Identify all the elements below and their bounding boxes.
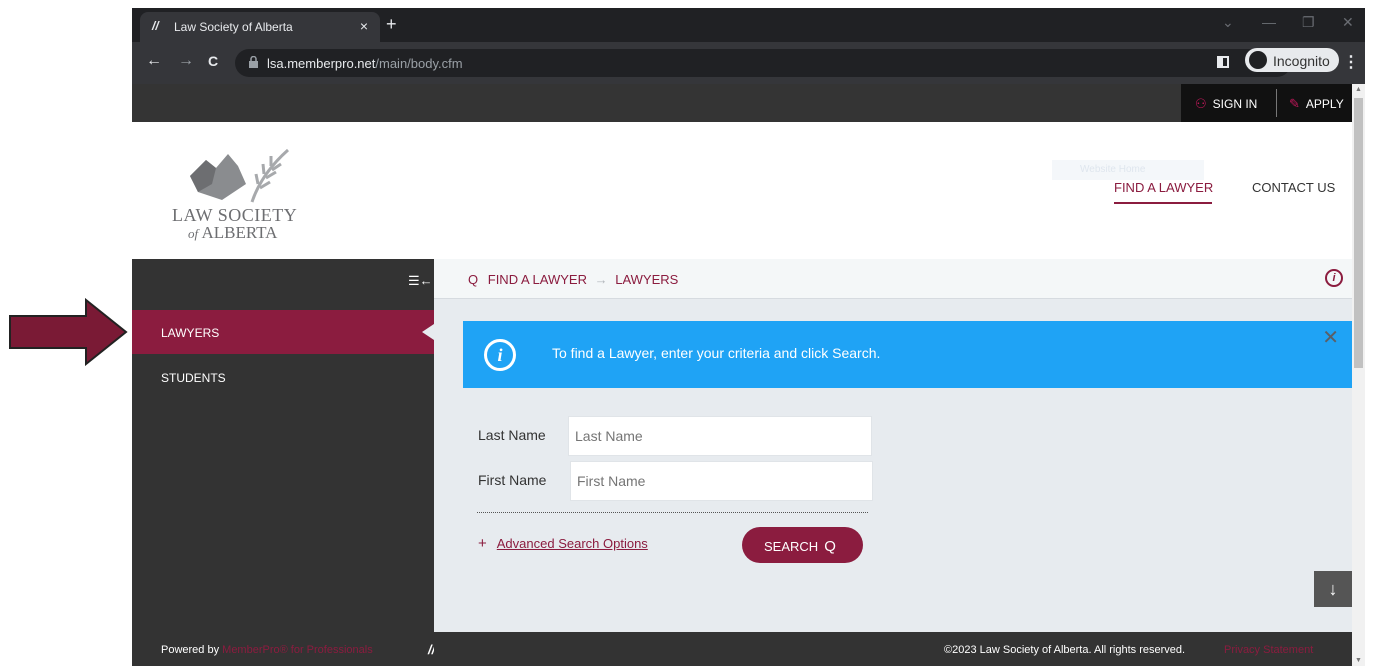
first-name-label: First Name [478, 472, 547, 488]
privacy-statement-link[interactable]: Privacy Statement [1224, 644, 1313, 656]
last-name-label: Last Name [478, 427, 546, 443]
sidebar: ☰← LAWYERS STUDENTS [132, 259, 434, 666]
sidebar-item-students[interactable]: STUDENTS [132, 355, 434, 399]
alert-message: To find a Lawyer, enter your criteria an… [552, 345, 881, 361]
lock-icon [249, 56, 258, 68]
footer: ©2023 Law Society of Alberta. All rights… [434, 632, 1365, 666]
main-content: Q FIND A LAWYER → LAWYERS i i To find a … [434, 259, 1365, 632]
pencil-icon: ✎ [1289, 96, 1300, 111]
new-tab-button[interactable]: + [386, 14, 397, 35]
website-home-button[interactable]: Website Home [1052, 160, 1204, 180]
auth-links: ⚇ SIGN IN ✎ APPLY [1181, 84, 1365, 122]
search-icon: Q [468, 272, 479, 287]
breadcrumb-separator: → [594, 272, 608, 287]
site-favicon-icon: // [152, 19, 159, 33]
info-icon[interactable]: i [1325, 269, 1343, 287]
side-panel-icon[interactable] [1217, 56, 1229, 68]
advanced-search-link[interactable]: + Advanced Search Options [478, 535, 648, 552]
scroll-down-arrow-icon[interactable]: ▼ [1355, 657, 1362, 664]
tab-title: Law Society of Alberta [174, 20, 293, 34]
back-button[interactable]: ← [146, 52, 162, 70]
annotation-arrow [9, 298, 128, 366]
apply-link[interactable]: ✎ APPLY [1289, 96, 1344, 112]
form-divider [477, 512, 868, 513]
site-header: LAW SOCIETY of ALBERTA Website Home FIND… [132, 122, 1365, 259]
tab-strip: // Law Society of Alberta × + ⌄ — ❐ ✕ [132, 8, 1365, 42]
utility-bar: ⚇ SIGN IN ✎ APPLY [132, 84, 1365, 122]
alert-info-icon: i [484, 339, 516, 371]
tab-search-icon[interactable]: ⌄ [1222, 14, 1234, 31]
scroll-down-button[interactable]: ↓ [1314, 571, 1352, 607]
browser-window: // Law Society of Alberta × + ⌄ — ❐ ✕ ← … [132, 8, 1365, 666]
web-page: ⚇ SIGN IN ✎ APPLY LAW SOCIETY of ALBERTA W… [132, 84, 1365, 666]
browser-toolbar: ← → C lsa.memberpro.net/main/body.cfm ☆ … [132, 42, 1365, 84]
incognito-icon [1249, 51, 1267, 69]
breadcrumb: Q FIND A LAWYER → LAWYERS [468, 272, 678, 287]
incognito-badge[interactable]: Incognito [1245, 48, 1339, 72]
active-nav-underline [1114, 202, 1212, 204]
url-text: lsa.memberpro.net/main/body.cfm [267, 56, 463, 71]
minimize-button[interactable]: — [1262, 14, 1276, 30]
copyright-text: ©2023 Law Society of Alberta. All rights… [944, 644, 1186, 656]
restore-button[interactable]: ❐ [1302, 14, 1315, 31]
last-name-input[interactable] [568, 416, 872, 456]
auth-divider [1276, 89, 1277, 117]
incognito-label: Incognito [1273, 53, 1330, 69]
reload-button[interactable]: C [208, 53, 218, 69]
tab-close-icon[interactable]: × [360, 18, 368, 34]
mountain-wheat-logo[interactable] [176, 144, 306, 206]
footer-left: Powered by MemberPro® for Professionals … [132, 632, 435, 666]
sidebar-item-lawyers[interactable]: LAWYERS [132, 310, 434, 354]
browser-tab[interactable]: // Law Society of Alberta × [140, 12, 380, 42]
first-name-input[interactable] [570, 461, 873, 501]
alert-close-icon[interactable]: ✕ [1322, 325, 1339, 350]
window-close-button[interactable]: ✕ [1342, 14, 1354, 31]
scroll-up-arrow-icon[interactable]: ▲ [1355, 86, 1362, 93]
nav-contact-us[interactable]: CONTACT US [1252, 180, 1335, 195]
info-alert: i To find a Lawyer, enter your criteria … [463, 321, 1365, 388]
breadcrumb-bar: Q FIND A LAWYER → LAWYERS i [434, 259, 1365, 299]
browser-menu-icon[interactable]: ⋮ [1343, 52, 1359, 72]
search-icon: Q [824, 538, 836, 555]
breadcrumb-lawyers[interactable]: LAWYERS [615, 272, 678, 287]
scrollbar-thumb[interactable] [1354, 98, 1363, 368]
memberpro-link[interactable]: MemberPro® for Professionals [222, 644, 373, 656]
logo-text-line2: of ALBERTA [188, 223, 278, 242]
sign-in-link[interactable]: ⚇ SIGN IN [1195, 96, 1257, 112]
forward-button[interactable]: → [178, 52, 194, 70]
nav-find-a-lawyer[interactable]: FIND A LAWYER [1114, 180, 1213, 195]
collapse-sidebar-icon[interactable]: ☰← [408, 273, 433, 289]
breadcrumb-find-a-lawyer[interactable]: FIND A LAWYER [488, 272, 587, 287]
address-bar[interactable]: lsa.memberpro.net/main/body.cfm ☆ [235, 49, 1291, 77]
plus-icon: + [478, 535, 487, 552]
powered-by: Powered by MemberPro® for Professionals [161, 644, 373, 656]
search-button[interactable]: SEARCH Q [742, 527, 863, 563]
page-scrollbar[interactable]: ▲ ▼ [1352, 84, 1365, 666]
user-icon: ⚇ [1195, 96, 1207, 111]
